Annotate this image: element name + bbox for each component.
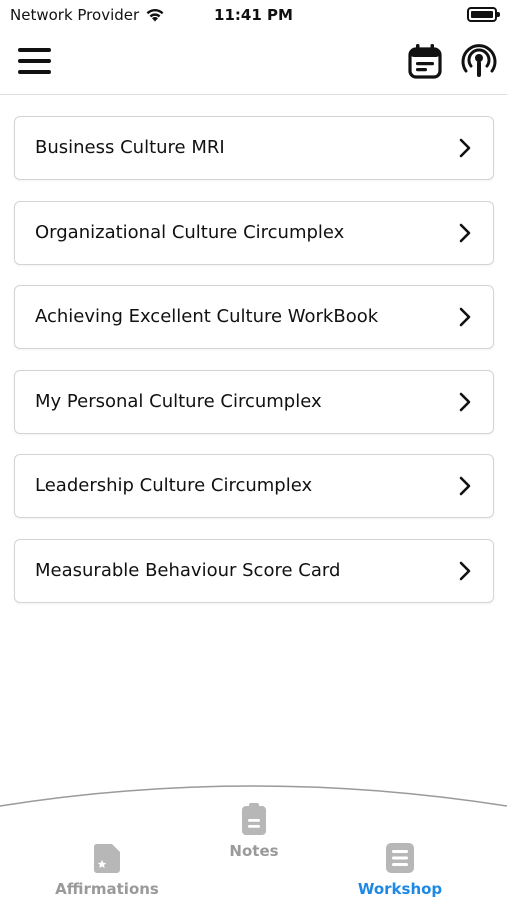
workshop-icon bbox=[386, 843, 414, 873]
chevron-right-icon bbox=[459, 223, 471, 242]
status-bar: Network Provider 11:41 PM bbox=[0, 0, 507, 30]
list-item-organizational-culture-circumplex[interactable]: Organizational Culture Circumplex bbox=[14, 200, 494, 265]
notes-icon bbox=[242, 803, 266, 835]
workshop-list: Business Culture MRI Organizational Cult… bbox=[14, 116, 494, 623]
list-item-label: Leadership Culture Circumplex bbox=[35, 475, 313, 496]
tab-notes[interactable]: Notes bbox=[214, 802, 294, 860]
app-header bbox=[0, 30, 507, 95]
list-item-label: Organizational Culture Circumplex bbox=[35, 221, 345, 243]
list-item-label: Business Culture MRI bbox=[35, 137, 225, 158]
tab-affirmations[interactable]: Affirmations bbox=[52, 842, 162, 898]
tab-label: Affirmations bbox=[55, 880, 159, 898]
affirmations-icon bbox=[93, 844, 120, 873]
hamburger-menu-icon[interactable] bbox=[16, 44, 52, 78]
chevron-right-icon bbox=[459, 392, 471, 411]
podcast-icon[interactable] bbox=[460, 43, 498, 79]
list-item-leadership-culture-circumplex[interactable]: Leadership Culture Circumplex bbox=[14, 454, 494, 518]
list-item-label: Achieving Excellent Culture WorkBook bbox=[35, 306, 379, 327]
list-item-my-personal-culture-circumplex[interactable]: My Personal Culture Circumplex bbox=[14, 369, 494, 434]
list-item-measurable-behaviour-score-card[interactable]: Measurable Behaviour Score Card bbox=[14, 538, 494, 603]
chevron-right-icon bbox=[459, 307, 471, 327]
tab-workshop[interactable]: Workshop bbox=[345, 842, 455, 898]
status-time: 11:41 PM bbox=[214, 6, 293, 24]
list-item-label: My Personal Culture Circumplex bbox=[35, 390, 322, 412]
calendar-icon[interactable] bbox=[408, 43, 442, 79]
chevron-right-icon bbox=[459, 138, 471, 158]
chevron-right-icon bbox=[459, 561, 471, 580]
tab-label: Notes bbox=[229, 842, 279, 860]
list-item-achieving-excellent-culture-workbook[interactable]: Achieving Excellent Culture WorkBook bbox=[14, 285, 494, 349]
list-item-label: Measurable Behaviour Score Card bbox=[35, 559, 341, 581]
tab-label: Workshop bbox=[357, 880, 443, 898]
battery-icon bbox=[467, 7, 500, 22]
chevron-right-icon bbox=[459, 476, 471, 496]
list-item-business-culture-mri[interactable]: Business Culture MRI bbox=[14, 116, 494, 180]
bottom-tab-bar: Affirmations Notes Workshop bbox=[0, 780, 507, 900]
